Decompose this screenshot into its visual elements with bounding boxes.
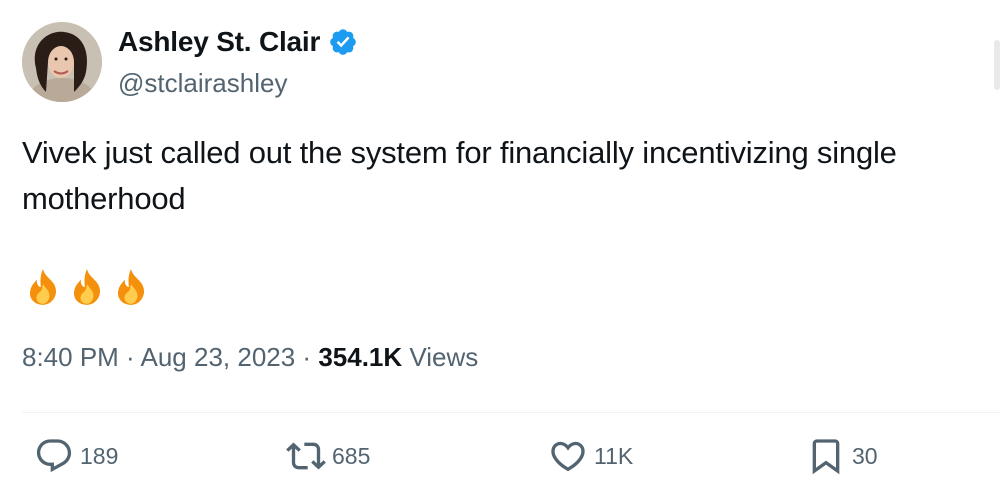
repost-button[interactable]: 685 xyxy=(286,436,370,476)
reply-icon xyxy=(36,439,72,473)
fire-icon xyxy=(110,266,152,308)
tweet-time[interactable]: 8:40 PM xyxy=(22,342,119,372)
fire-icon xyxy=(66,266,108,308)
views-label: Views xyxy=(402,342,479,372)
like-button[interactable]: 11K xyxy=(548,436,633,476)
repost-count: 685 xyxy=(332,442,371,469)
verified-badge-icon[interactable] xyxy=(328,27,358,57)
bookmark-icon xyxy=(812,439,840,475)
author-handle[interactable]: @stclairashley xyxy=(118,68,287,99)
tweet-meta: 8:40 PM · Aug 23, 2023 · 354.1K Views xyxy=(22,342,478,373)
action-bar: 189 685 11K 30 xyxy=(0,436,1000,482)
bookmark-count: 30 xyxy=(852,442,878,469)
scrollbar-edge xyxy=(994,40,1000,90)
avatar[interactable] xyxy=(22,22,102,102)
repost-icon xyxy=(286,442,326,470)
heart-icon xyxy=(551,441,585,472)
emoji-row xyxy=(22,266,152,308)
profile-photo-icon xyxy=(22,22,102,102)
reply-button[interactable]: 189 xyxy=(34,436,118,476)
like-count: 11K xyxy=(594,442,634,469)
views-count: 354.1K xyxy=(318,342,403,372)
author-name-row: Ashley St. Clair xyxy=(118,26,358,58)
reply-count: 189 xyxy=(80,442,119,469)
tweet-date[interactable]: Aug 23, 2023 xyxy=(141,342,296,372)
divider xyxy=(22,412,1000,413)
bookmark-button[interactable]: 30 xyxy=(806,436,878,476)
author-display-name[interactable]: Ashley St. Clair xyxy=(118,26,320,58)
meta-separator: · xyxy=(295,342,319,372)
meta-separator: · xyxy=(118,342,141,372)
tweet-text: Vivek just called out the system for fin… xyxy=(22,135,897,216)
fire-icon xyxy=(22,266,64,308)
